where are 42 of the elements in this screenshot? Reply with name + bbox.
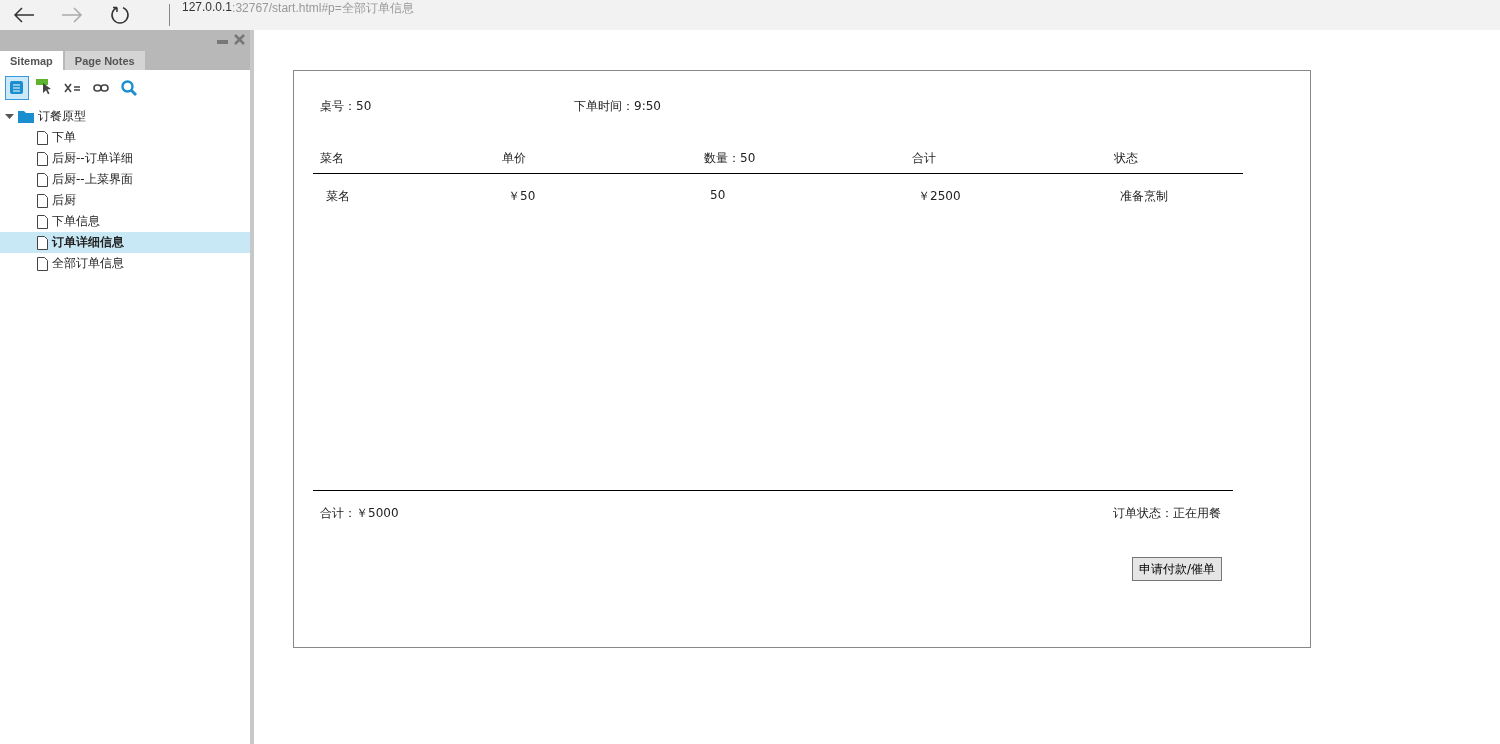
order-status: 订单状态：正在用餐 xyxy=(1113,505,1221,522)
left-arrow-icon xyxy=(13,7,35,23)
column-header: 菜名 xyxy=(320,150,345,167)
tree-folder[interactable]: 订餐原型 xyxy=(0,106,250,127)
page-icon xyxy=(37,193,48,208)
table-cell-text: ￥2500 xyxy=(918,188,962,205)
page-list-icon xyxy=(9,80,25,96)
table-cell-text: ￥50 xyxy=(508,188,537,205)
refresh-icon xyxy=(110,5,130,25)
table-cell-text: 准备烹制 xyxy=(1120,188,1169,205)
column-header: 单价 xyxy=(502,150,527,167)
sidebar-tab[interactable]: Page Notes xyxy=(64,51,145,70)
table-cell-text: 菜名 xyxy=(326,188,351,205)
page-icon xyxy=(37,151,48,166)
page-icon xyxy=(37,235,48,250)
right-arrow-icon xyxy=(61,7,83,23)
variables-icon xyxy=(64,82,82,94)
table-number: 桌号：50 xyxy=(320,98,373,114)
page-icon xyxy=(37,214,48,229)
page-icon xyxy=(37,130,48,145)
page-item[interactable]: 全部订单信息 xyxy=(0,253,250,274)
sidebar-tab[interactable]: Sitemap xyxy=(0,51,63,70)
page-item[interactable]: 后厨 xyxy=(0,190,250,211)
page-item[interactable]: 后厨--订单详细 xyxy=(0,148,250,169)
link-icon xyxy=(93,83,109,93)
column-header: 状态 xyxy=(1114,150,1139,167)
page-item[interactable]: 下单信息 xyxy=(0,211,250,232)
page-item[interactable]: 后厨--上菜界面 xyxy=(0,169,250,190)
request-payment-button[interactable]: 申请付款/催单 xyxy=(1131,557,1222,581)
page-item[interactable]: 订单详细信息 xyxy=(0,232,250,253)
column-header: 合计 xyxy=(912,150,937,167)
search-icon xyxy=(121,80,137,96)
order-time: 下单时间：9:50 xyxy=(574,98,661,114)
order-total: 合计：￥5000 xyxy=(320,505,399,522)
page-item[interactable]: 下单 xyxy=(0,127,250,148)
page-icon xyxy=(37,172,48,187)
table-cell-text: 50 xyxy=(710,188,727,204)
sitemap-toggle-button[interactable] xyxy=(5,76,29,100)
folder-icon xyxy=(18,110,34,123)
column-header: 数量：50 xyxy=(704,150,757,167)
page-icon xyxy=(37,256,48,271)
address-bar[interactable]: 127.0.0.1:32767/start.html#p=全部订单信息 xyxy=(182,0,414,17)
